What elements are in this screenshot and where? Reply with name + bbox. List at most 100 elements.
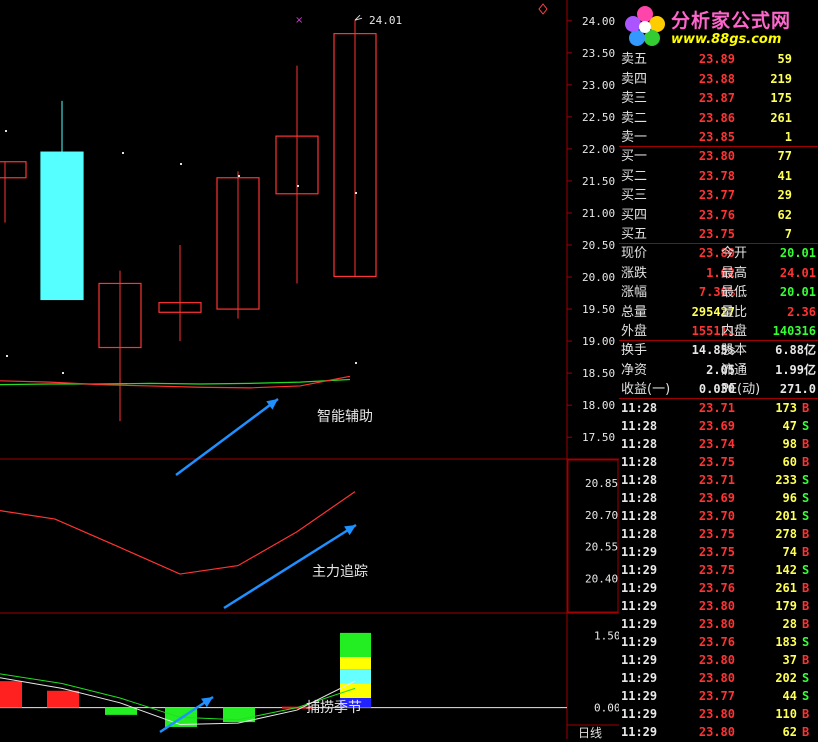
tick-row[interactable]: 11:29 23.76 183 S: [619, 633, 818, 652]
price-tick-label: 22.50: [582, 111, 615, 124]
order-price: 23.89: [698, 52, 735, 66]
tick-row[interactable]: 11:29 23.75 142 S: [619, 561, 818, 580]
order-volume: 59: [777, 52, 792, 66]
order-label: 卖一: [621, 130, 648, 145]
order-label: 买四: [621, 207, 648, 223]
tick-row[interactable]: 11:28 23.70 201 S: [619, 507, 818, 526]
order-price: 23.78: [698, 168, 735, 183]
tick-side: B: [802, 599, 810, 613]
order-price: 23.76: [698, 207, 735, 222]
tick-side: B: [802, 707, 810, 721]
price-tick-label: 20.00: [582, 271, 615, 284]
tick-row[interactable]: 11:28 23.71 233 S: [619, 471, 818, 490]
period-label[interactable]: 日线: [578, 724, 602, 741]
order-label: 卖二: [621, 110, 648, 126]
tick-time: 11:29: [621, 581, 658, 595]
tick-price: 23.80: [698, 707, 735, 721]
price-tick-label: 18.00: [582, 399, 615, 412]
osc-stack-segment: [340, 669, 371, 684]
buy-order-row[interactable]: 买二 23.78 41: [619, 167, 818, 186]
order-volume: 175: [770, 91, 792, 105]
fundamental-row: 净资 2.05 流通 1.99亿: [619, 361, 818, 380]
tick-time: 11:29: [621, 689, 658, 703]
sell-order-row[interactable]: 卖三 23.87 175: [619, 89, 818, 108]
chart-area[interactable]: × 24.00 23.50 23.00 22.50 22.00 21.50 21.00 20.5…: [0, 0, 619, 739]
tick-side: S: [802, 473, 810, 487]
tick-row[interactable]: 11:28 23.75 278 B: [619, 525, 818, 544]
tick-side: B: [802, 527, 810, 541]
tick-side: B: [802, 581, 810, 595]
order-volume: 77: [777, 149, 792, 163]
tick-row[interactable]: 11:29 23.77 44 S: [619, 687, 818, 706]
tick-row[interactable]: 11:29 23.80 37 B: [619, 651, 818, 670]
tick-row[interactable]: 11:29 23.80 202 S: [619, 669, 818, 688]
tick-row[interactable]: 11:29 23.76 261 B: [619, 579, 818, 598]
tick-volume: 179: [775, 599, 797, 613]
tick-price: 23.71: [698, 401, 735, 415]
tick-row[interactable]: 11:28 23.69 47 S: [619, 417, 818, 436]
sell-order-row[interactable]: 卖一 23.85 1: [619, 128, 818, 147]
buy-order-row[interactable]: 买一 23.80 77: [619, 147, 818, 166]
tick-row[interactable]: 11:28 23.74 98 B: [619, 435, 818, 454]
sell-order-row[interactable]: 卖五 23.89 59: [619, 50, 818, 69]
tick-side: S: [802, 671, 810, 685]
tick-row[interactable]: 11:28 23.69 96 S: [619, 489, 818, 508]
osc-bar: [47, 690, 79, 708]
tick-time: 11:28: [621, 509, 658, 523]
high-marker-label: 24.01: [369, 14, 402, 27]
tick-volume: 110: [775, 707, 797, 721]
marker-dot: [238, 175, 240, 177]
tick-row[interactable]: 11:29 23.75 74 B: [619, 543, 818, 562]
candle-body: [40, 151, 84, 301]
price-tick-label: 24.00: [582, 15, 615, 28]
tick-volume: 278: [775, 527, 797, 541]
tick-volume: 96: [782, 491, 797, 505]
tick-row[interactable]: 11:29 23.80 110 B: [619, 705, 818, 724]
quote-label: 涨幅: [621, 285, 648, 300]
tick-time: 11:29: [621, 653, 658, 667]
diamond-icon: [538, 3, 548, 15]
tick-side: B: [802, 437, 810, 451]
quote-label: 最高: [721, 265, 748, 281]
tick-side: B: [802, 617, 810, 631]
marker-dot: [355, 192, 357, 194]
tick-volume: 201: [775, 509, 797, 523]
price-tick-label: 19.00: [582, 335, 615, 348]
tick-row[interactable]: 11:28 23.75 60 B: [619, 453, 818, 472]
quote-label: 总量: [621, 304, 648, 320]
tick-row[interactable]: 11:29 23.80 62 B: [619, 723, 818, 742]
tick-volume: 98: [782, 437, 797, 451]
fund-label: 流通: [721, 362, 748, 378]
tick-row[interactable]: 11:29 23.80 28 B: [619, 615, 818, 634]
order-label: 卖三: [621, 91, 648, 106]
tick-side: S: [802, 563, 810, 577]
tick-time: 11:29: [621, 617, 658, 631]
tick-price: 23.71: [698, 473, 735, 487]
tick-volume: 183: [775, 635, 797, 649]
tick-time: 11:29: [621, 545, 658, 559]
buy-order-row[interactable]: 买四 23.76 62: [619, 206, 818, 225]
quote-row: 总量 295427 量比 2.36: [619, 303, 818, 322]
tick-volume: 44: [782, 689, 797, 703]
tick-side: S: [802, 689, 810, 703]
arrow-ind1: [175, 397, 279, 477]
sell-order-row[interactable]: 卖二 23.86 261: [619, 109, 818, 128]
sell-order-row[interactable]: 卖四 23.88 219: [619, 70, 818, 89]
buy-order-row[interactable]: 买三 23.77 29: [619, 186, 818, 205]
tick-time: 11:28: [621, 491, 658, 505]
quote-label: 量比: [721, 304, 748, 320]
annotation-ind3: 捕捞季节: [306, 700, 362, 716]
osc-stack-segment: [340, 657, 371, 670]
tick-volume: 233: [775, 473, 797, 487]
tick-volume: 37: [782, 653, 797, 667]
order-volume: 1: [784, 130, 792, 144]
buy-order-row[interactable]: 买五 23.75 7: [619, 225, 818, 244]
tick-row[interactable]: 11:29 23.80 179 B: [619, 597, 818, 616]
osc-tick-label: 1.50: [594, 629, 619, 642]
tick-volume: 202: [775, 671, 797, 685]
order-volume: 261: [770, 110, 792, 125]
marker-dot: [62, 372, 64, 374]
order-label: 卖五: [621, 52, 648, 67]
price-tick-label: 20.50: [582, 239, 615, 252]
tick-row[interactable]: 11:28 23.71 173 B: [619, 399, 818, 418]
